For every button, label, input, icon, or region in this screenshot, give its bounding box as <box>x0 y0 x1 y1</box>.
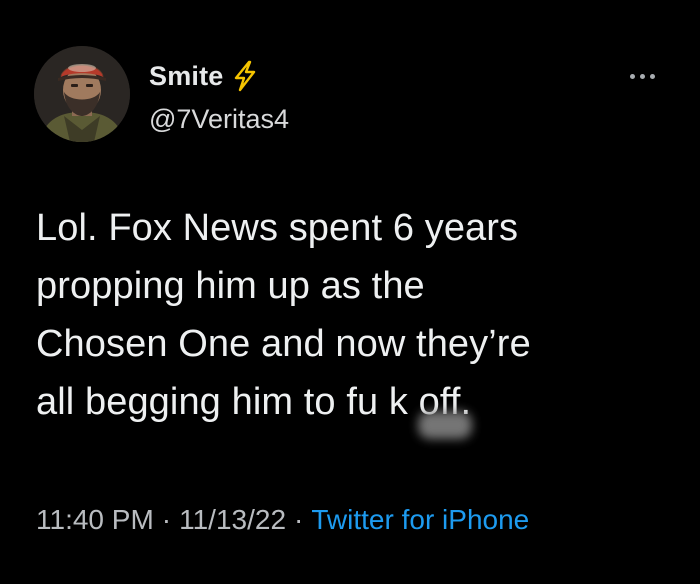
more-dots-icon <box>649 73 655 79</box>
more-dots-icon <box>639 73 645 79</box>
meta-separator: · <box>294 504 304 535</box>
tweet-meta: 11:40 PM · 11/13/22 · Twitter for iPhone <box>36 500 529 540</box>
tweet-source-link[interactable]: Twitter for iPhone <box>311 504 529 535</box>
avatar[interactable] <box>34 46 130 142</box>
tweet-text-line: propping him up as the <box>36 265 425 307</box>
user-handle[interactable]: @7Veritas4 <box>149 102 289 136</box>
censor-blur <box>418 411 472 439</box>
avatar-image <box>34 46 130 142</box>
more-dots-icon <box>629 73 635 79</box>
tweet-text: Lol. Fox News spent 6 years propping him… <box>36 199 676 431</box>
tweet-date[interactable]: 11/13/22 <box>179 504 286 535</box>
tweet-card: Smite @7Veritas4 Lol. Fox News spent 6 y… <box>0 0 700 584</box>
meta-separator: · <box>161 504 172 535</box>
display-name[interactable]: Smite <box>149 58 224 94</box>
tweet-time[interactable]: 11:40 PM <box>36 504 154 535</box>
tweet-text-line: Chosen One and now they’re <box>36 323 531 365</box>
tweet-text-line: Lol. Fox News spent 6 years <box>36 207 519 249</box>
more-options-button[interactable] <box>622 62 662 90</box>
lightning-bolt-icon <box>232 60 258 92</box>
tweet-text-line: all begging him to fu k off. <box>36 381 472 423</box>
author-row: Smite <box>149 58 258 94</box>
